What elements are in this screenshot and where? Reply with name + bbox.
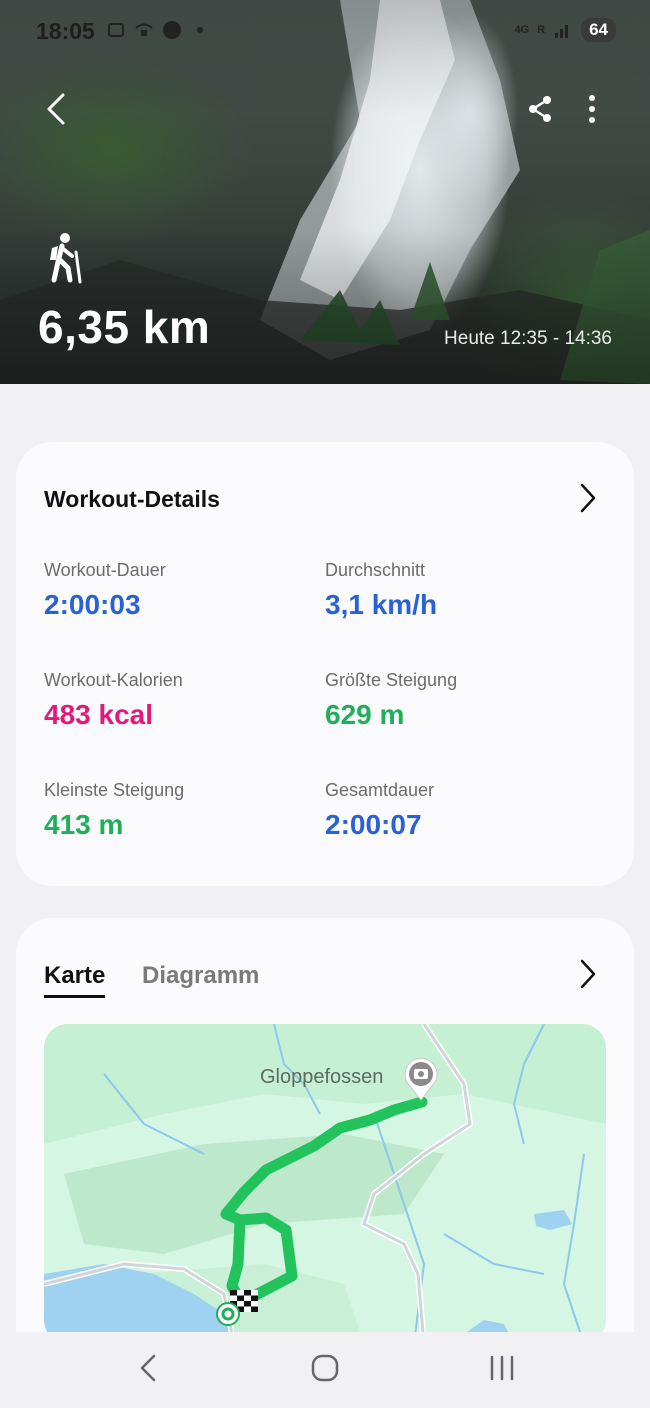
stat-label: Durchschnitt (325, 560, 426, 580)
map-card: Karte Diagramm Gloppefossen (16, 918, 634, 1378)
home-icon (311, 1354, 339, 1387)
stat-label: Workout-Dauer (44, 560, 166, 580)
status-time: 18:05 (36, 18, 95, 44)
share-icon (526, 95, 554, 128)
route-map[interactable]: Gloppefossen (44, 1024, 606, 1344)
battery-level: 64 (581, 18, 616, 42)
stat-min-elevation: Kleinste Steigung 413 m (44, 780, 304, 841)
network-type: 4G (514, 24, 530, 36)
hero-image: 18:05 4G R 64 6,35 km Heute 12:35 - 14:3… (0, 0, 650, 384)
nav-recents-button[interactable] (472, 1340, 532, 1400)
more-options-button[interactable] (570, 89, 614, 133)
dot-icon (190, 20, 210, 40)
tab-underline (44, 995, 106, 998)
camera-icon[interactable] (402, 1056, 440, 1107)
details-open-button[interactable] (572, 483, 604, 518)
wifi-lock-icon (134, 20, 154, 40)
chevron-right-icon (579, 959, 597, 994)
stat-total-duration: Gesamtdauer 2:00:07 (325, 780, 585, 841)
stat-label: Größte Steigung (325, 670, 458, 690)
workout-details-card: Workout-Details Workout-Dauer 2:00:03 Du… (16, 442, 634, 886)
nav-home-button[interactable] (295, 1340, 355, 1400)
tab-chart[interactable]: Diagramm (142, 962, 259, 990)
stat-calories: Workout-Kalorien 483 kcal (44, 670, 304, 731)
stat-value: 3,1 km/h (325, 589, 438, 620)
stat-value: 629 m (325, 699, 405, 730)
nav-back-button[interactable] (118, 1340, 178, 1400)
stat-label: Gesamtdauer (325, 780, 435, 800)
chevron-right-icon (579, 483, 597, 518)
hiking-icon (46, 232, 86, 289)
nav-back-icon (139, 1354, 157, 1387)
stat-value: 2:00:03 (44, 589, 141, 620)
signal-icon (553, 20, 573, 40)
chevron-left-icon (45, 93, 67, 130)
workout-time-range: Heute 12:35 - 14:36 (444, 328, 612, 349)
stat-max-elevation: Größte Steigung 629 m (325, 670, 585, 731)
status-right: 4G R 64 (514, 18, 616, 42)
status-bar: 18:05 4G R 64 (0, 0, 650, 62)
tab-label: Diagramm (142, 962, 260, 989)
stat-value: 413 m (44, 809, 124, 840)
stat-value: 483 kcal (44, 699, 153, 730)
back-button[interactable] (34, 89, 78, 133)
share-button[interactable] (518, 89, 562, 133)
map-open-button[interactable] (572, 959, 604, 994)
stat-workout-duration: Workout-Dauer 2:00:03 (44, 560, 304, 621)
stat-value: 2:00:07 (325, 809, 422, 840)
stat-average-speed: Durchschnitt 3,1 km/h (325, 560, 585, 621)
news-icon (162, 20, 182, 40)
system-nav-bar (0, 1332, 650, 1408)
stat-label: Kleinste Steigung (44, 780, 185, 800)
tab-map[interactable]: Karte (44, 962, 106, 998)
status-notification-icons (106, 20, 210, 40)
tab-label: Karte (44, 962, 106, 989)
more-vertical-icon (588, 94, 596, 128)
stat-label: Workout-Kalorien (44, 670, 183, 690)
distance-value: 6,35 km (38, 301, 211, 353)
place-label: Gloppefossen (260, 1066, 384, 1088)
start-marker-icon (216, 1302, 240, 1331)
screenshot-icon (106, 20, 126, 40)
roaming-indicator: R (537, 24, 546, 36)
recents-icon (489, 1355, 515, 1386)
card-title: Workout-Details (44, 486, 220, 512)
